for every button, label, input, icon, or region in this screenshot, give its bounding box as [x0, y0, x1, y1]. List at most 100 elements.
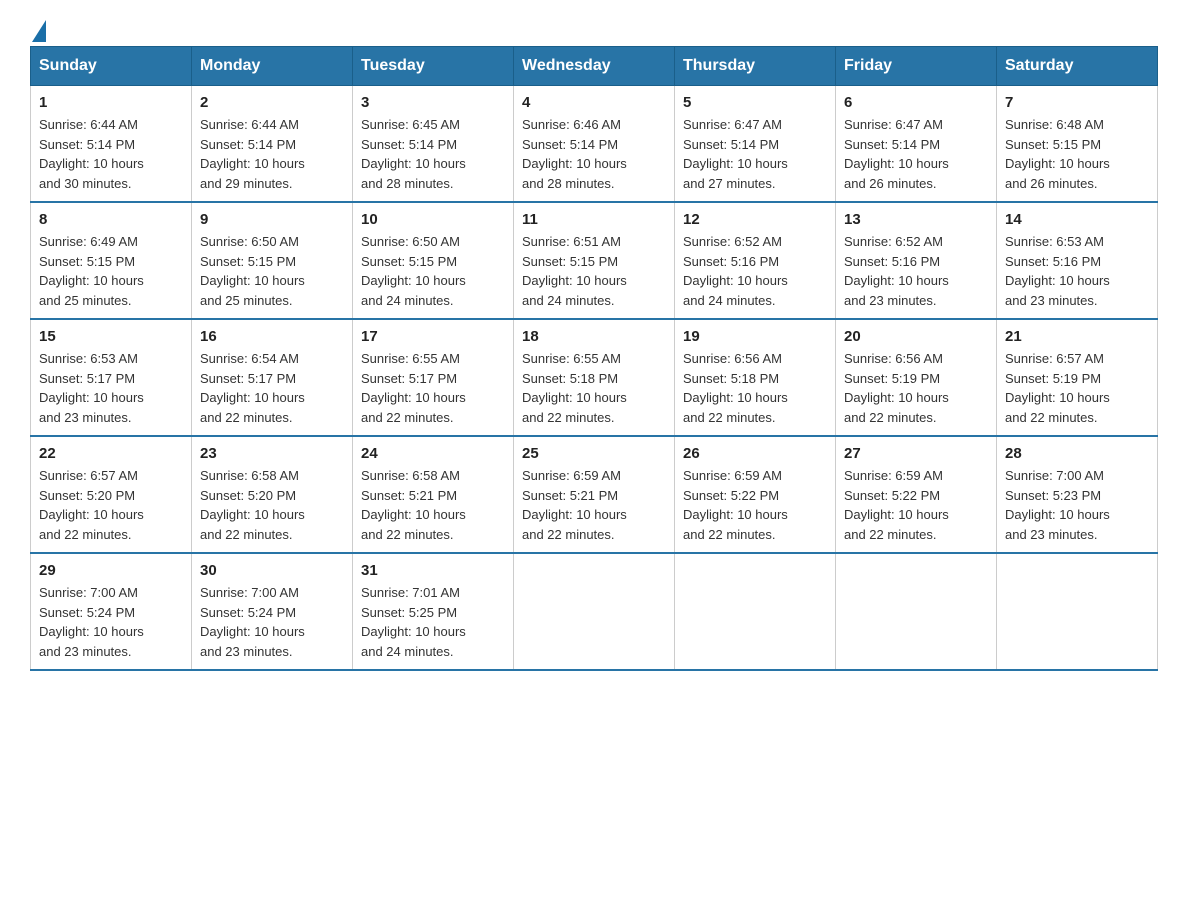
day-info: Sunrise: 6:51 AMSunset: 5:15 PMDaylight:…	[522, 234, 627, 308]
calendar-cell: 20 Sunrise: 6:56 AMSunset: 5:19 PMDaylig…	[836, 319, 997, 436]
day-info: Sunrise: 6:53 AMSunset: 5:16 PMDaylight:…	[1005, 234, 1110, 308]
day-number: 4	[522, 94, 666, 111]
calendar-week-row: 1 Sunrise: 6:44 AMSunset: 5:14 PMDayligh…	[31, 86, 1158, 203]
day-info: Sunrise: 6:48 AMSunset: 5:15 PMDaylight:…	[1005, 117, 1110, 191]
day-info: Sunrise: 6:55 AMSunset: 5:17 PMDaylight:…	[361, 351, 466, 425]
day-number: 5	[683, 94, 827, 111]
day-info: Sunrise: 7:01 AMSunset: 5:25 PMDaylight:…	[361, 585, 466, 659]
day-info: Sunrise: 6:57 AMSunset: 5:19 PMDaylight:…	[1005, 351, 1110, 425]
day-number: 30	[200, 562, 344, 579]
day-number: 25	[522, 445, 666, 462]
day-info: Sunrise: 6:59 AMSunset: 5:21 PMDaylight:…	[522, 468, 627, 542]
day-number: 7	[1005, 94, 1149, 111]
header-wednesday: Wednesday	[514, 47, 675, 86]
header-thursday: Thursday	[675, 47, 836, 86]
calendar-cell: 25 Sunrise: 6:59 AMSunset: 5:21 PMDaylig…	[514, 436, 675, 553]
calendar-cell: 10 Sunrise: 6:50 AMSunset: 5:15 PMDaylig…	[353, 202, 514, 319]
day-info: Sunrise: 6:52 AMSunset: 5:16 PMDaylight:…	[683, 234, 788, 308]
calendar-cell: 21 Sunrise: 6:57 AMSunset: 5:19 PMDaylig…	[997, 319, 1158, 436]
logo-triangle-icon	[32, 20, 46, 42]
calendar-cell: 8 Sunrise: 6:49 AMSunset: 5:15 PMDayligh…	[31, 202, 192, 319]
day-info: Sunrise: 7:00 AMSunset: 5:24 PMDaylight:…	[39, 585, 144, 659]
calendar-cell: 29 Sunrise: 7:00 AMSunset: 5:24 PMDaylig…	[31, 553, 192, 670]
page-header	[30, 20, 1158, 36]
header-sunday: Sunday	[31, 47, 192, 86]
day-number: 3	[361, 94, 505, 111]
calendar-cell: 26 Sunrise: 6:59 AMSunset: 5:22 PMDaylig…	[675, 436, 836, 553]
day-number: 24	[361, 445, 505, 462]
day-number: 15	[39, 328, 183, 345]
day-number: 26	[683, 445, 827, 462]
day-number: 17	[361, 328, 505, 345]
calendar-cell: 30 Sunrise: 7:00 AMSunset: 5:24 PMDaylig…	[192, 553, 353, 670]
header-tuesday: Tuesday	[353, 47, 514, 86]
day-number: 10	[361, 211, 505, 228]
calendar-cell: 2 Sunrise: 6:44 AMSunset: 5:14 PMDayligh…	[192, 86, 353, 203]
calendar-cell: 14 Sunrise: 6:53 AMSunset: 5:16 PMDaylig…	[997, 202, 1158, 319]
day-info: Sunrise: 7:00 AMSunset: 5:23 PMDaylight:…	[1005, 468, 1110, 542]
calendar-cell: 4 Sunrise: 6:46 AMSunset: 5:14 PMDayligh…	[514, 86, 675, 203]
day-info: Sunrise: 6:47 AMSunset: 5:14 PMDaylight:…	[844, 117, 949, 191]
day-number: 1	[39, 94, 183, 111]
day-number: 27	[844, 445, 988, 462]
calendar-cell: 28 Sunrise: 7:00 AMSunset: 5:23 PMDaylig…	[997, 436, 1158, 553]
day-info: Sunrise: 6:58 AMSunset: 5:21 PMDaylight:…	[361, 468, 466, 542]
calendar-cell: 9 Sunrise: 6:50 AMSunset: 5:15 PMDayligh…	[192, 202, 353, 319]
day-number: 20	[844, 328, 988, 345]
day-number: 2	[200, 94, 344, 111]
day-info: Sunrise: 6:45 AMSunset: 5:14 PMDaylight:…	[361, 117, 466, 191]
day-info: Sunrise: 6:46 AMSunset: 5:14 PMDaylight:…	[522, 117, 627, 191]
day-info: Sunrise: 6:59 AMSunset: 5:22 PMDaylight:…	[683, 468, 788, 542]
calendar-week-row: 8 Sunrise: 6:49 AMSunset: 5:15 PMDayligh…	[31, 202, 1158, 319]
calendar-cell: 7 Sunrise: 6:48 AMSunset: 5:15 PMDayligh…	[997, 86, 1158, 203]
day-number: 23	[200, 445, 344, 462]
calendar-cell: 6 Sunrise: 6:47 AMSunset: 5:14 PMDayligh…	[836, 86, 997, 203]
day-info: Sunrise: 6:53 AMSunset: 5:17 PMDaylight:…	[39, 351, 144, 425]
day-info: Sunrise: 6:58 AMSunset: 5:20 PMDaylight:…	[200, 468, 305, 542]
calendar-cell: 5 Sunrise: 6:47 AMSunset: 5:14 PMDayligh…	[675, 86, 836, 203]
day-info: Sunrise: 7:00 AMSunset: 5:24 PMDaylight:…	[200, 585, 305, 659]
calendar-cell	[997, 553, 1158, 670]
day-number: 13	[844, 211, 988, 228]
day-number: 6	[844, 94, 988, 111]
calendar-week-row: 22 Sunrise: 6:57 AMSunset: 5:20 PMDaylig…	[31, 436, 1158, 553]
day-info: Sunrise: 6:55 AMSunset: 5:18 PMDaylight:…	[522, 351, 627, 425]
day-number: 14	[1005, 211, 1149, 228]
header-saturday: Saturday	[997, 47, 1158, 86]
day-number: 22	[39, 445, 183, 462]
day-info: Sunrise: 6:56 AMSunset: 5:19 PMDaylight:…	[844, 351, 949, 425]
calendar-cell: 23 Sunrise: 6:58 AMSunset: 5:20 PMDaylig…	[192, 436, 353, 553]
calendar-cell: 13 Sunrise: 6:52 AMSunset: 5:16 PMDaylig…	[836, 202, 997, 319]
calendar-cell: 24 Sunrise: 6:58 AMSunset: 5:21 PMDaylig…	[353, 436, 514, 553]
day-info: Sunrise: 6:44 AMSunset: 5:14 PMDaylight:…	[200, 117, 305, 191]
day-info: Sunrise: 6:56 AMSunset: 5:18 PMDaylight:…	[683, 351, 788, 425]
calendar-cell	[514, 553, 675, 670]
calendar-cell: 19 Sunrise: 6:56 AMSunset: 5:18 PMDaylig…	[675, 319, 836, 436]
day-number: 12	[683, 211, 827, 228]
calendar-cell: 27 Sunrise: 6:59 AMSunset: 5:22 PMDaylig…	[836, 436, 997, 553]
calendar-cell: 3 Sunrise: 6:45 AMSunset: 5:14 PMDayligh…	[353, 86, 514, 203]
day-number: 28	[1005, 445, 1149, 462]
calendar-cell: 15 Sunrise: 6:53 AMSunset: 5:17 PMDaylig…	[31, 319, 192, 436]
day-info: Sunrise: 6:49 AMSunset: 5:15 PMDaylight:…	[39, 234, 144, 308]
day-number: 21	[1005, 328, 1149, 345]
header-monday: Monday	[192, 47, 353, 86]
day-info: Sunrise: 6:47 AMSunset: 5:14 PMDaylight:…	[683, 117, 788, 191]
day-number: 29	[39, 562, 183, 579]
calendar-week-row: 29 Sunrise: 7:00 AMSunset: 5:24 PMDaylig…	[31, 553, 1158, 670]
day-number: 31	[361, 562, 505, 579]
calendar-cell: 1 Sunrise: 6:44 AMSunset: 5:14 PMDayligh…	[31, 86, 192, 203]
logo	[30, 20, 46, 36]
calendar-cell: 16 Sunrise: 6:54 AMSunset: 5:17 PMDaylig…	[192, 319, 353, 436]
calendar-cell: 18 Sunrise: 6:55 AMSunset: 5:18 PMDaylig…	[514, 319, 675, 436]
day-number: 19	[683, 328, 827, 345]
day-info: Sunrise: 6:54 AMSunset: 5:17 PMDaylight:…	[200, 351, 305, 425]
calendar-cell: 11 Sunrise: 6:51 AMSunset: 5:15 PMDaylig…	[514, 202, 675, 319]
header-friday: Friday	[836, 47, 997, 86]
day-info: Sunrise: 6:44 AMSunset: 5:14 PMDaylight:…	[39, 117, 144, 191]
day-info: Sunrise: 6:50 AMSunset: 5:15 PMDaylight:…	[200, 234, 305, 308]
calendar-header-row: SundayMondayTuesdayWednesdayThursdayFrid…	[31, 47, 1158, 86]
calendar-cell	[675, 553, 836, 670]
calendar-cell: 22 Sunrise: 6:57 AMSunset: 5:20 PMDaylig…	[31, 436, 192, 553]
calendar-cell	[836, 553, 997, 670]
